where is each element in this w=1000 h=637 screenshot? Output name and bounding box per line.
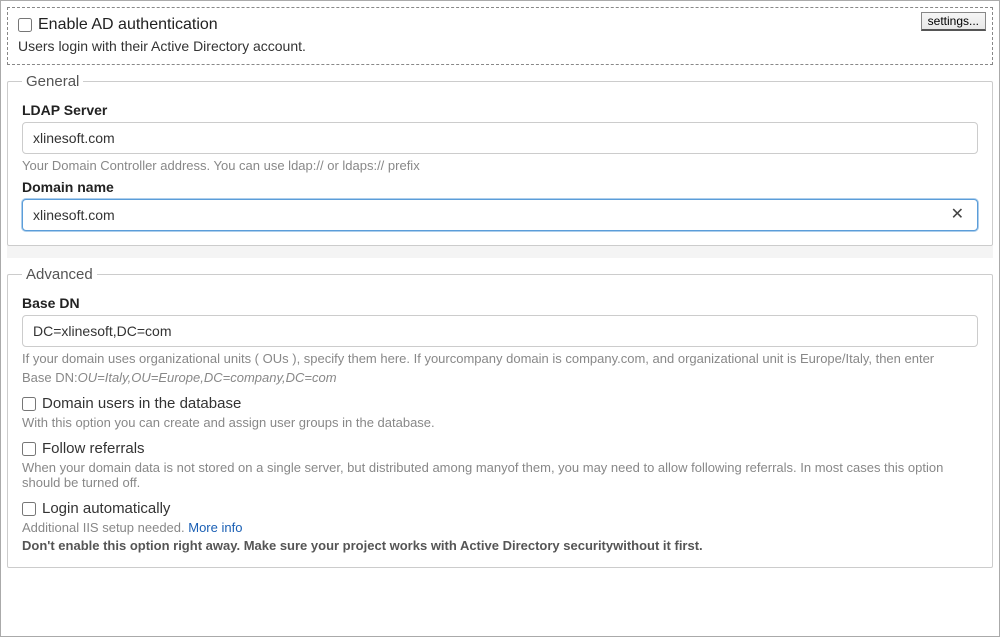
login-auto-row[interactable]: Login automatically xyxy=(22,500,978,517)
ldap-server-input[interactable] xyxy=(22,122,978,154)
follow-referrals-option: Follow referrals When your domain data i… xyxy=(22,440,978,490)
domain-name-label: Domain name xyxy=(22,179,978,195)
login-auto-checkbox[interactable] xyxy=(22,502,36,516)
general-legend: General xyxy=(22,73,83,90)
enable-ad-panel: settings... Enable AD authentication Use… xyxy=(7,7,993,65)
login-auto-help-prefix: Additional IIS setup needed. xyxy=(22,520,188,535)
more-info-link[interactable]: More info xyxy=(188,520,242,535)
enable-ad-checkbox[interactable] xyxy=(18,18,32,32)
domain-name-input-wrap: ✕ xyxy=(22,199,978,231)
domain-users-row[interactable]: Domain users in the database xyxy=(22,395,978,412)
domain-users-help: With this option you can create and assi… xyxy=(22,415,978,430)
enable-ad-row[interactable]: Enable AD authentication xyxy=(18,16,982,34)
ldap-server-input-wrap xyxy=(22,122,978,154)
general-group: General LDAP Server Your Domain Controll… xyxy=(7,73,993,246)
base-dn-help-line2: Base DN:OU=Italy,OU=Europe,DC=company,DC… xyxy=(22,370,978,385)
base-dn-input[interactable] xyxy=(22,315,978,347)
advanced-group: Advanced Base DN If your domain uses org… xyxy=(7,266,993,568)
settings-button[interactable]: settings... xyxy=(921,12,986,31)
advanced-legend: Advanced xyxy=(22,266,97,283)
domain-users-checkbox[interactable] xyxy=(22,397,36,411)
follow-referrals-checkbox[interactable] xyxy=(22,442,36,456)
enable-ad-label: Enable AD authentication xyxy=(38,16,218,34)
follow-referrals-row[interactable]: Follow referrals xyxy=(22,440,978,457)
domain-users-label: Domain users in the database xyxy=(42,395,241,412)
enable-ad-description: Users login with their Active Directory … xyxy=(18,38,982,54)
base-dn-label: Base DN xyxy=(22,295,978,311)
base-dn-help-prefix: Base DN: xyxy=(22,370,78,385)
login-auto-label: Login automatically xyxy=(42,500,170,517)
login-auto-option: Login automatically Additional IIS setup… xyxy=(22,500,978,553)
base-dn-input-wrap xyxy=(22,315,978,347)
group-gap xyxy=(7,246,993,258)
domain-name-input[interactable] xyxy=(22,199,978,231)
domain-users-option: Domain users in the database With this o… xyxy=(22,395,978,430)
ldap-server-help: Your Domain Controller address. You can … xyxy=(22,158,978,173)
login-auto-warning: Don't enable this option right away. Mak… xyxy=(22,538,978,553)
follow-referrals-help: When your domain data is not stored on a… xyxy=(22,460,978,490)
base-dn-help-example: OU=Italy,OU=Europe,DC=company,DC=com xyxy=(78,370,337,385)
base-dn-help-line1: If your domain uses organizational units… xyxy=(22,351,978,366)
follow-referrals-label: Follow referrals xyxy=(42,440,145,457)
login-auto-help: Additional IIS setup needed. More info xyxy=(22,520,978,535)
clear-input-icon[interactable]: ✕ xyxy=(947,205,968,225)
ldap-server-label: LDAP Server xyxy=(22,102,978,118)
